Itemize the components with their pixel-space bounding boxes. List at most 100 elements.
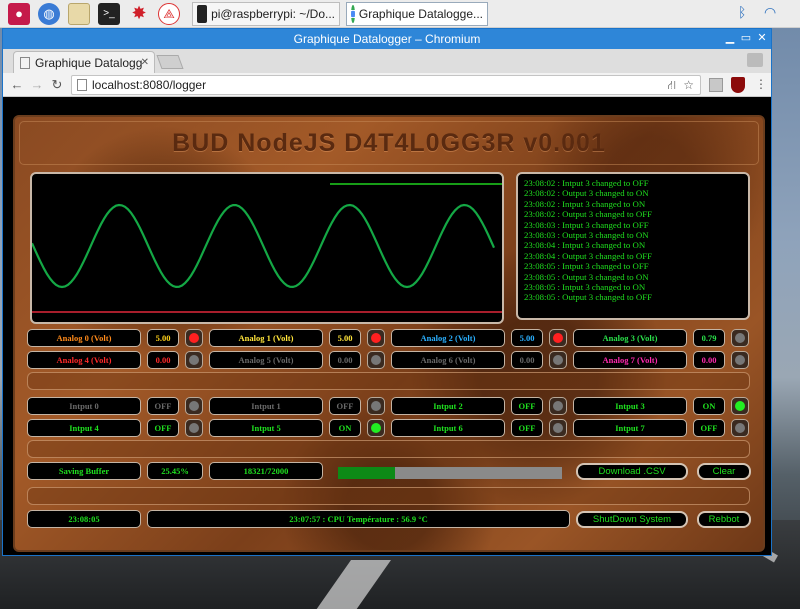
buffer-percent-text: 25.45% — [161, 466, 189, 476]
file-manager-icon[interactable] — [68, 2, 90, 25]
input-label-7: Intput 7 — [573, 419, 687, 437]
ublock-icon[interactable] — [731, 77, 745, 93]
input-value-2: OFF — [511, 397, 543, 415]
log-line: 23:08:05 : Intput 3 changed to ON — [524, 282, 646, 293]
close-icon[interactable]: ✕ — [755, 31, 769, 45]
input-led-0 — [185, 397, 203, 415]
led-indicator-icon — [189, 355, 199, 365]
window-titlebar[interactable]: Graphique Datalogger – Chromium ▁ ▭ ✕ — [3, 29, 771, 49]
reboot-button[interactable]: Rebbot — [697, 511, 751, 528]
taskbar-task-chromium[interactable]: Graphique Datalogge... — [346, 1, 488, 26]
bluetooth-icon[interactable]: ᛒ — [738, 4, 746, 20]
input-label-1: Intput 1 — [209, 397, 323, 415]
tab-strip: Graphique Datalogg ✕ — [3, 49, 771, 73]
input-value-6: OFF — [511, 419, 543, 437]
forward-arrow-icon[interactable]: → — [29, 77, 45, 93]
back-arrow-icon[interactable]: ← — [9, 77, 25, 93]
clear-button[interactable]: Clear — [697, 463, 751, 480]
minimize-icon[interactable]: ▁ — [723, 31, 737, 45]
input-value-3: ON — [693, 397, 725, 415]
input-label-2: Intput 2 — [391, 397, 505, 415]
led-indicator-icon — [553, 401, 563, 411]
analog-led-5 — [367, 351, 385, 369]
analog-label-5: Analog 5 (Volt) — [209, 351, 323, 369]
input-value-7: OFF — [693, 419, 725, 437]
rust-panel: BUD NodeJS D4T4L0GG3R v0.001 23:08:02 : … — [13, 115, 765, 552]
media-icon[interactable]: ⛙ — [668, 76, 676, 94]
input-label-4: Intput 4 — [27, 419, 141, 437]
wifi-icon[interactable]: ◠ — [764, 4, 776, 21]
input-led-4 — [185, 419, 203, 437]
log-line: 23:08:02 : Output 3 changed to ON — [524, 188, 649, 199]
analog-label-text: Analog 1 (Volt) — [238, 333, 294, 343]
shutdown-button[interactable]: ShutDown System — [576, 511, 688, 528]
math-kernel-icon[interactable]: ✸ — [128, 3, 150, 25]
taskbar-task-terminal[interactable]: pi@raspberrypi: ~/Do... — [192, 1, 340, 26]
input-label-text: Intput 6 — [433, 423, 463, 433]
analog-label-2: Analog 2 (Volt) — [391, 329, 505, 347]
clock-text: 23:08:05 — [68, 514, 100, 524]
log-line: 23:08:02 : Output 3 changed to OFF — [524, 209, 653, 220]
log-line: 23:08:03 : Intput 3 changed to OFF — [524, 219, 649, 230]
input-value-0: OFF — [147, 397, 179, 415]
analog-label-3: Analog 3 (Volt) — [573, 329, 687, 347]
download-csv-button[interactable]: Download .CSV — [576, 463, 688, 480]
sine-trace — [32, 203, 496, 289]
maximize-icon[interactable]: ▭ — [739, 31, 753, 45]
led-indicator-icon — [735, 355, 745, 365]
analog-value-text: 0.79 — [701, 333, 717, 343]
input-value-5: ON — [329, 419, 361, 437]
analog-led-7 — [731, 351, 749, 369]
led-indicator-icon — [735, 333, 745, 343]
window-user-icon[interactable] — [747, 53, 763, 67]
raspberry-menu-icon[interactable]: ● — [8, 2, 30, 25]
analog-value-5: 0.00 — [329, 351, 361, 369]
analog-value-text: 0.00 — [701, 355, 717, 365]
address-bar[interactable]: localhost:8080/logger ⛙ ☆ — [71, 75, 701, 95]
input-led-7 — [731, 419, 749, 437]
taskbar: ● ◍ >_ ✸ ⟁ pi@raspberrypi: ~/Do... Graph… — [0, 0, 800, 28]
bookmark-star-icon[interactable]: ☆ — [683, 76, 694, 94]
log-line: 23:08:05 : Output 3 changed to OFF — [524, 292, 653, 303]
buffer-label: Saving Buffer — [27, 462, 141, 480]
input-value-text: OFF — [518, 423, 536, 433]
signal-chart — [30, 172, 504, 324]
buffer-count: 18321/72000 — [209, 462, 323, 480]
input-value-1: OFF — [329, 397, 361, 415]
menu-dots-icon[interactable]: ⋮ — [755, 77, 767, 91]
led-indicator-icon — [189, 401, 199, 411]
analog-label-text: Analog 6 (Volt) — [420, 355, 476, 365]
input-label-3: Intput 3 — [573, 397, 687, 415]
input-led-3 — [731, 397, 749, 415]
terminal-icon[interactable]: >_ — [98, 2, 120, 25]
input-label-text: Intput 2 — [433, 401, 463, 411]
reboot-label: Rebbot — [708, 514, 740, 525]
input-label-0: Intput 0 — [27, 397, 141, 415]
download-csv-label: Download .CSV — [598, 466, 666, 477]
led-indicator-icon — [553, 423, 563, 433]
input-value-text: OFF — [700, 423, 718, 433]
log-line: 23:08:02 : Intput 3 changed to ON — [524, 198, 646, 209]
input-value-4: OFF — [147, 419, 179, 437]
tab-close-icon[interactable]: ✕ — [141, 57, 149, 68]
browser-globe-icon[interactable]: ◍ — [38, 2, 60, 25]
led-indicator-icon — [553, 333, 563, 343]
analog-label-text: Analog 3 (Volt) — [602, 333, 658, 343]
task-label: Graphique Datalogge... — [358, 6, 483, 21]
input-led-2 — [549, 397, 567, 415]
status-display: 23:07:57 : CPU Température : 56.9 °C — [147, 510, 570, 528]
log-list: 23:08:02 : Intput 3 changed to OFF 23:08:… — [524, 178, 742, 303]
analog-label-4: Analog 4 (Volt) — [27, 351, 141, 369]
new-tab-button[interactable] — [156, 55, 184, 69]
browser-tab[interactable]: Graphique Datalogg ✕ — [13, 51, 155, 73]
analog-value-text: 5.00 — [337, 333, 353, 343]
reload-icon[interactable]: ↻ — [49, 77, 65, 93]
extension-icon[interactable] — [709, 78, 723, 92]
window-title: Graphique Datalogger – Chromium — [293, 32, 481, 46]
log-line: 23:08:03 : Output 3 changed to ON — [524, 230, 649, 241]
analog-value-2: 5.00 — [511, 329, 543, 347]
analog-label-text: Analog 2 (Volt) — [420, 333, 476, 343]
wolfram-icon[interactable]: ⟁ — [158, 2, 180, 25]
buffer-progress-fill — [338, 467, 395, 479]
analog-label-text: Analog 7 (Volt) — [602, 355, 658, 365]
